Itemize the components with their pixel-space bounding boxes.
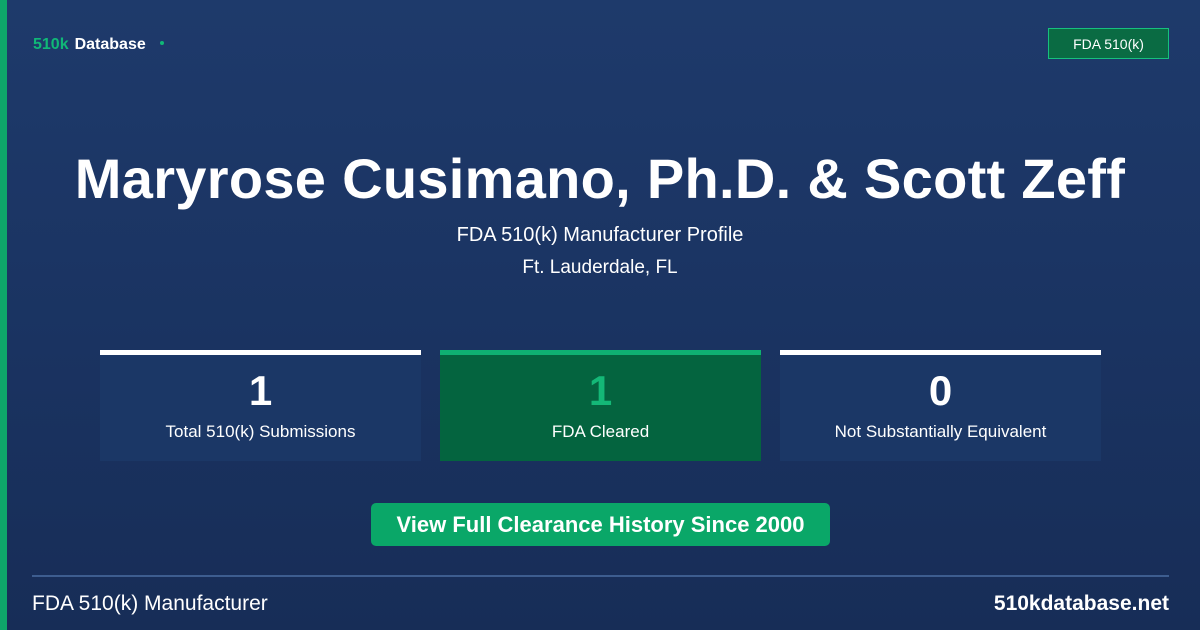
- stat-value: 0: [928, 367, 953, 414]
- footer-site-link[interactable]: 510kdatabase.net: [994, 592, 1169, 616]
- profile-subtitle: FDA 510(k) Manufacturer Profile: [456, 224, 744, 246]
- stat-label: FDA Cleared: [551, 422, 650, 441]
- footer-category-text: FDA 510(k) Manufacturer: [32, 592, 268, 615]
- manufacturer-location: Ft. Lauderdale, FL: [522, 257, 678, 278]
- left-accent-bar: [0, 0, 7, 630]
- brand-database-text: Database: [74, 36, 146, 53]
- stat-card-not-substantially-equivalent: 0 Not Substantially Equivalent: [780, 350, 1101, 461]
- brand-510k-text: 510k: [33, 36, 69, 53]
- stat-label: Not Substantially Equivalent: [834, 422, 1047, 441]
- stat-card-fda-cleared: 1 FDA Cleared: [440, 350, 761, 461]
- stat-card-total-submissions: 1 Total 510(k) Submissions: [100, 350, 421, 461]
- view-clearance-history-button[interactable]: View Full Clearance History Since 2000: [371, 503, 830, 546]
- brand-dot-icon: [159, 41, 164, 45]
- footer-divider: [32, 575, 1169, 577]
- stat-label: Total 510(k) Submissions: [165, 422, 356, 441]
- stat-value: 1: [248, 367, 273, 414]
- manufacturer-name: Maryrose Cusimano, Ph.D. & Scott Zeff: [74, 147, 1126, 210]
- stat-value: 1: [588, 367, 613, 414]
- fda-510k-badge: FDA 510(k): [1048, 28, 1169, 59]
- brand-logo[interactable]: 510k Database: [33, 36, 164, 54]
